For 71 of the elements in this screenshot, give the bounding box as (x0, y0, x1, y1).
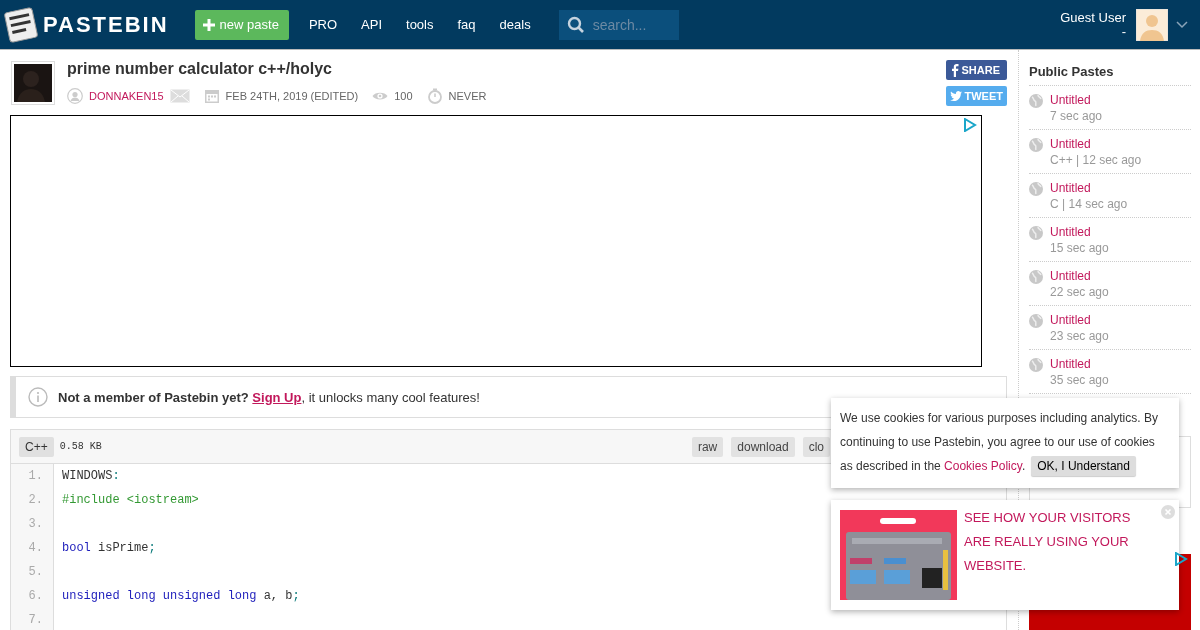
search-field[interactable]: search... (558, 9, 679, 40)
paste-link[interactable]: Untitled (1050, 93, 1091, 107)
cookies-policy-link[interactable]: Cookies Policy (944, 459, 1022, 473)
nav-link[interactable]: faq (457, 17, 476, 32)
ad-headline[interactable]: SEE HOW YOUR VISITORS ARE REALLY USING YOUR WEBSITE. (964, 506, 1154, 578)
paste-title: prime number calculator c++/holyc (67, 60, 333, 78)
paste-link[interactable]: Untitled (1050, 269, 1091, 283)
calendar-icon (203, 88, 220, 104)
facebook-icon (949, 63, 959, 77)
avatar-icon[interactable] (1136, 8, 1168, 41)
sidebar-heading: Public Pastes (1029, 60, 1191, 86)
paste-link[interactable]: Untitled (1050, 137, 1091, 151)
line-number: 2. (11, 488, 54, 512)
paste-meta: C | 14 sec ago (1050, 196, 1128, 212)
paste-link[interactable]: Untitled (1050, 313, 1091, 327)
code-action-button[interactable]: raw (691, 436, 724, 457)
nav-link[interactable]: tools (406, 17, 434, 32)
line-number: 5. (11, 560, 54, 584)
paste-meta: 23 sec ago (1050, 328, 1109, 344)
code-action-button[interactable]: clo (802, 436, 830, 457)
user-icon (67, 88, 83, 104)
paste-date: FEB 24TH, 2019 (EDITED) (225, 90, 359, 102)
ad-choices-icon[interactable] (1174, 552, 1188, 566)
globe-icon (1029, 358, 1043, 372)
globe-icon (1029, 270, 1043, 284)
paste-meta: C++ | 12 sec ago (1050, 152, 1142, 168)
paste-link[interactable]: Untitled (1050, 181, 1091, 195)
plus-icon (202, 18, 215, 31)
paste-meta: 15 sec ago (1050, 240, 1109, 256)
nav-link[interactable]: PRO (308, 17, 338, 32)
accept-cookies-button[interactable]: OK, I Understand (1031, 456, 1136, 476)
author-avatar-icon[interactable] (11, 61, 55, 105)
author-link[interactable]: DONNAKEN15 (89, 90, 164, 102)
search-icon (566, 15, 585, 34)
line-number: 6. (11, 584, 54, 608)
code-line: WINDOWS: (62, 469, 120, 483)
nav-link[interactable]: deals (499, 17, 531, 32)
line-number: 4. (11, 536, 54, 560)
nav-link[interactable]: API (361, 17, 382, 32)
globe-icon (1029, 314, 1043, 328)
bird-icon (949, 91, 962, 101)
line-number: 7. (11, 608, 54, 630)
paste-link[interactable]: Untitled (1050, 357, 1091, 371)
language-tag[interactable]: C++ (19, 436, 54, 457)
paste-meta: 35 sec ago (1050, 372, 1109, 388)
line-number: 1. (11, 464, 54, 488)
paste-meta: 7 sec ago (1050, 108, 1103, 124)
code-line: #include <iostream> (62, 493, 199, 507)
dropdown-caret-icon[interactable] (1176, 20, 1188, 29)
file-size: 0.58 KB (59, 441, 102, 452)
paste-meta: 22 sec ago (1050, 284, 1109, 300)
facebook-share-button[interactable]: SHARE (945, 60, 1007, 80)
globe-icon (1029, 94, 1043, 108)
user-name[interactable]: Guest User (1060, 10, 1126, 25)
site-logo-text[interactable]: PASTEBIN (43, 11, 169, 38)
code-line: bool isPrime; (62, 541, 156, 555)
code-line: unsigned long unsigned long a, b; (62, 589, 300, 603)
view-count: 100 (394, 90, 413, 102)
info-icon (28, 387, 48, 407)
eye-icon (372, 90, 389, 102)
globe-icon (1029, 138, 1043, 152)
globe-icon (1029, 182, 1043, 196)
user-subtitle: - (1121, 24, 1126, 39)
cookie-policy-note: as described in the Cookies Policy. (840, 458, 1026, 475)
signup-message: Not a member of Pastebin yet? Sign Up, it unlocks many cool features! (58, 389, 480, 405)
line-number: 3. (11, 512, 54, 536)
expiration-text: NEVER (448, 90, 487, 102)
globe-icon (1029, 226, 1043, 240)
paste-link[interactable]: Untitled (1050, 225, 1091, 239)
code-action-button[interactable]: download (731, 436, 795, 457)
stopwatch-icon (426, 88, 443, 104)
